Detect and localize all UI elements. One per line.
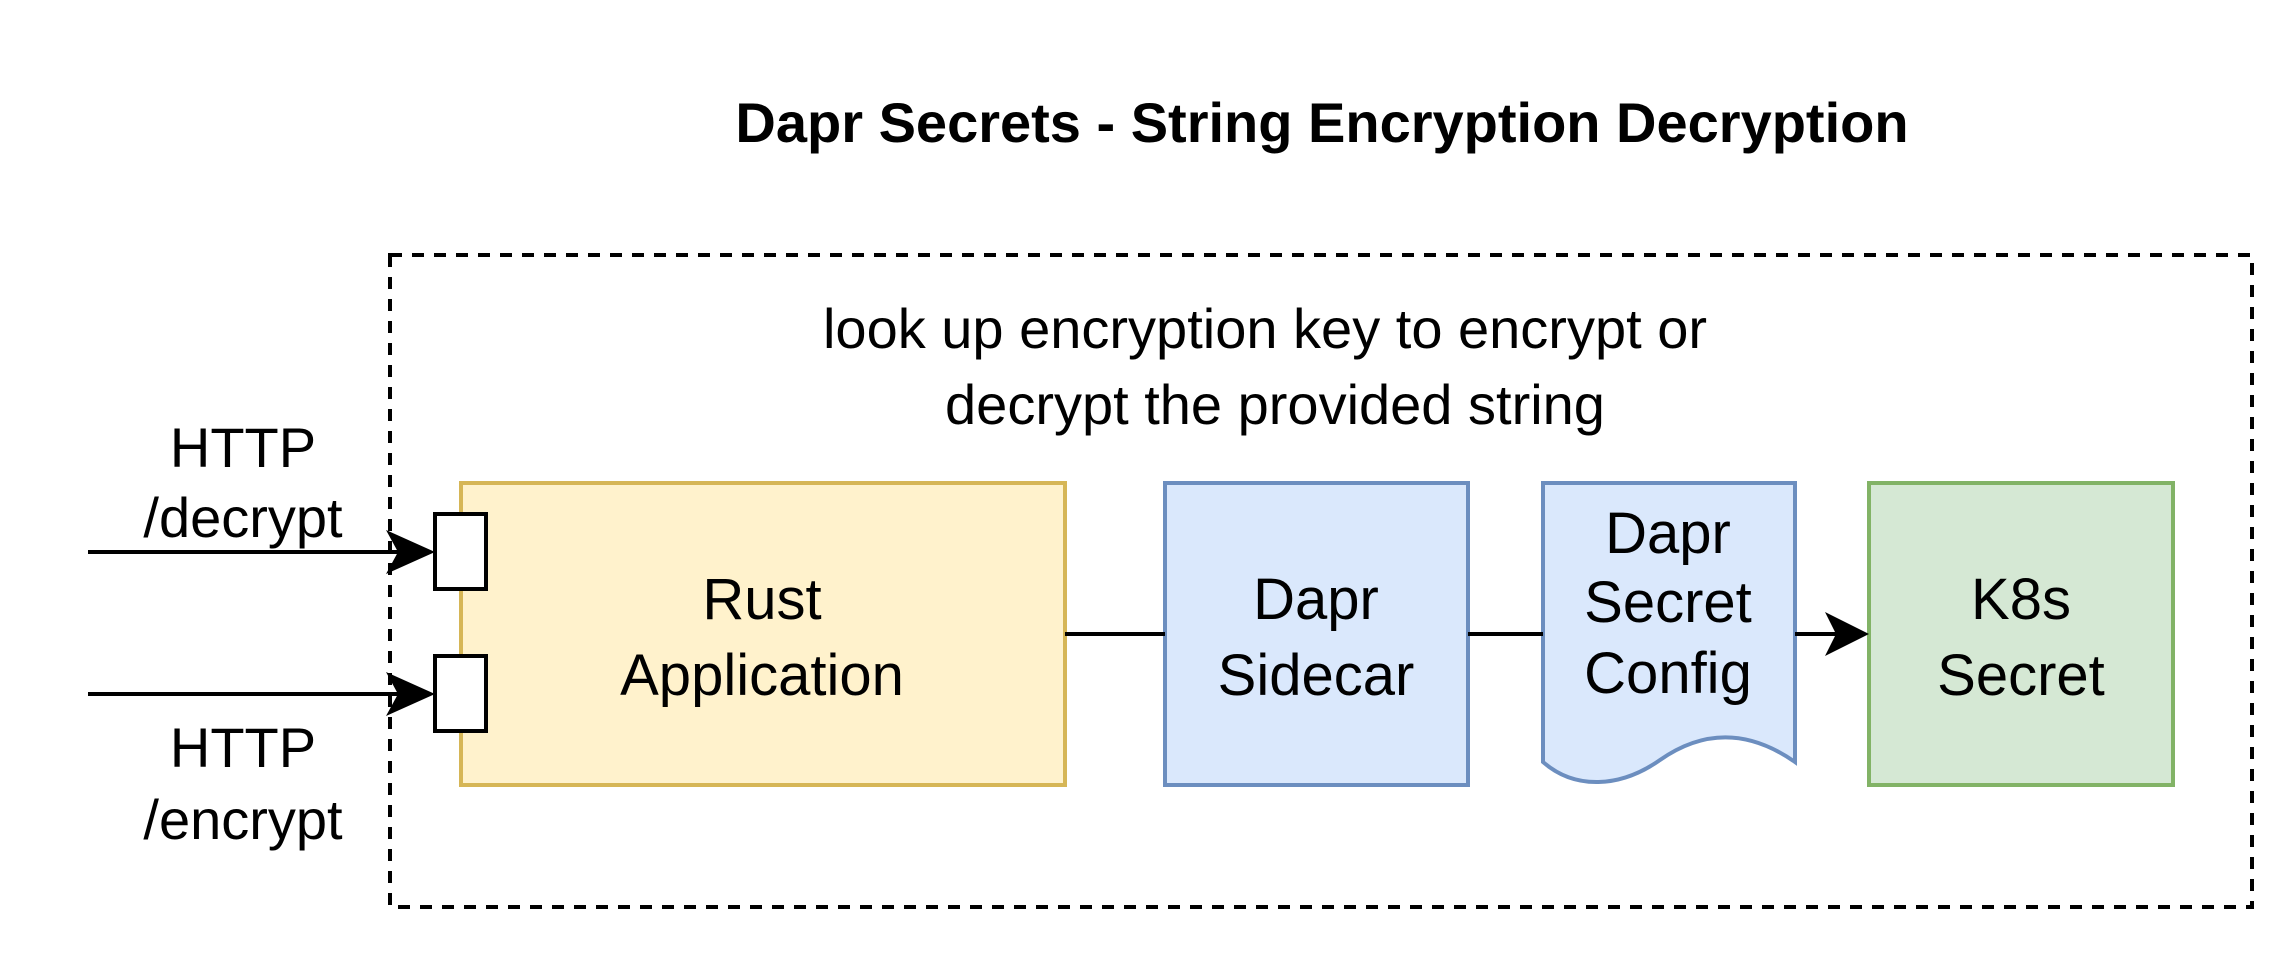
k8s-secret-box[interactable]	[1867, 481, 2175, 787]
dapr-sidecar-label-2: Sidecar	[1218, 643, 1415, 708]
decrypt-port[interactable]	[433, 512, 488, 591]
encrypt-port[interactable]	[433, 654, 488, 733]
diagram-canvas: Dapr Secrets - String Encryption Decrypt…	[0, 0, 2290, 960]
note-line-1: look up encryption key to encrypt or	[823, 297, 1707, 360]
rust-application-label-1: Rust	[702, 567, 821, 632]
encrypt-label-path: /encrypt	[143, 788, 343, 851]
rust-application-label-2: Application	[620, 643, 904, 708]
secret-config-label-1: Dapr	[1605, 501, 1731, 566]
diagram-svg: Dapr Secrets - String Encryption Decrypt…	[88, 91, 2254, 909]
secret-config-label-2: Secret	[1584, 570, 1752, 635]
diagram-title: Dapr Secrets - String Encryption Decrypt…	[735, 91, 1908, 154]
secret-config-label-3: Config	[1584, 641, 1752, 706]
k8s-secret-label-1: K8s	[1971, 567, 2071, 632]
dapr-sidecar-box[interactable]	[1163, 481, 1470, 787]
decrypt-label-protocol: HTTP	[170, 416, 316, 479]
dapr-sidecar-label-1: Dapr	[1253, 567, 1379, 632]
k8s-secret-label-2: Secret	[1937, 643, 2105, 708]
encrypt-label-protocol: HTTP	[170, 716, 316, 779]
rust-application-box[interactable]	[459, 481, 1067, 787]
decrypt-label-path: /decrypt	[143, 486, 343, 549]
note-line-2: decrypt the provided string	[945, 373, 1605, 436]
